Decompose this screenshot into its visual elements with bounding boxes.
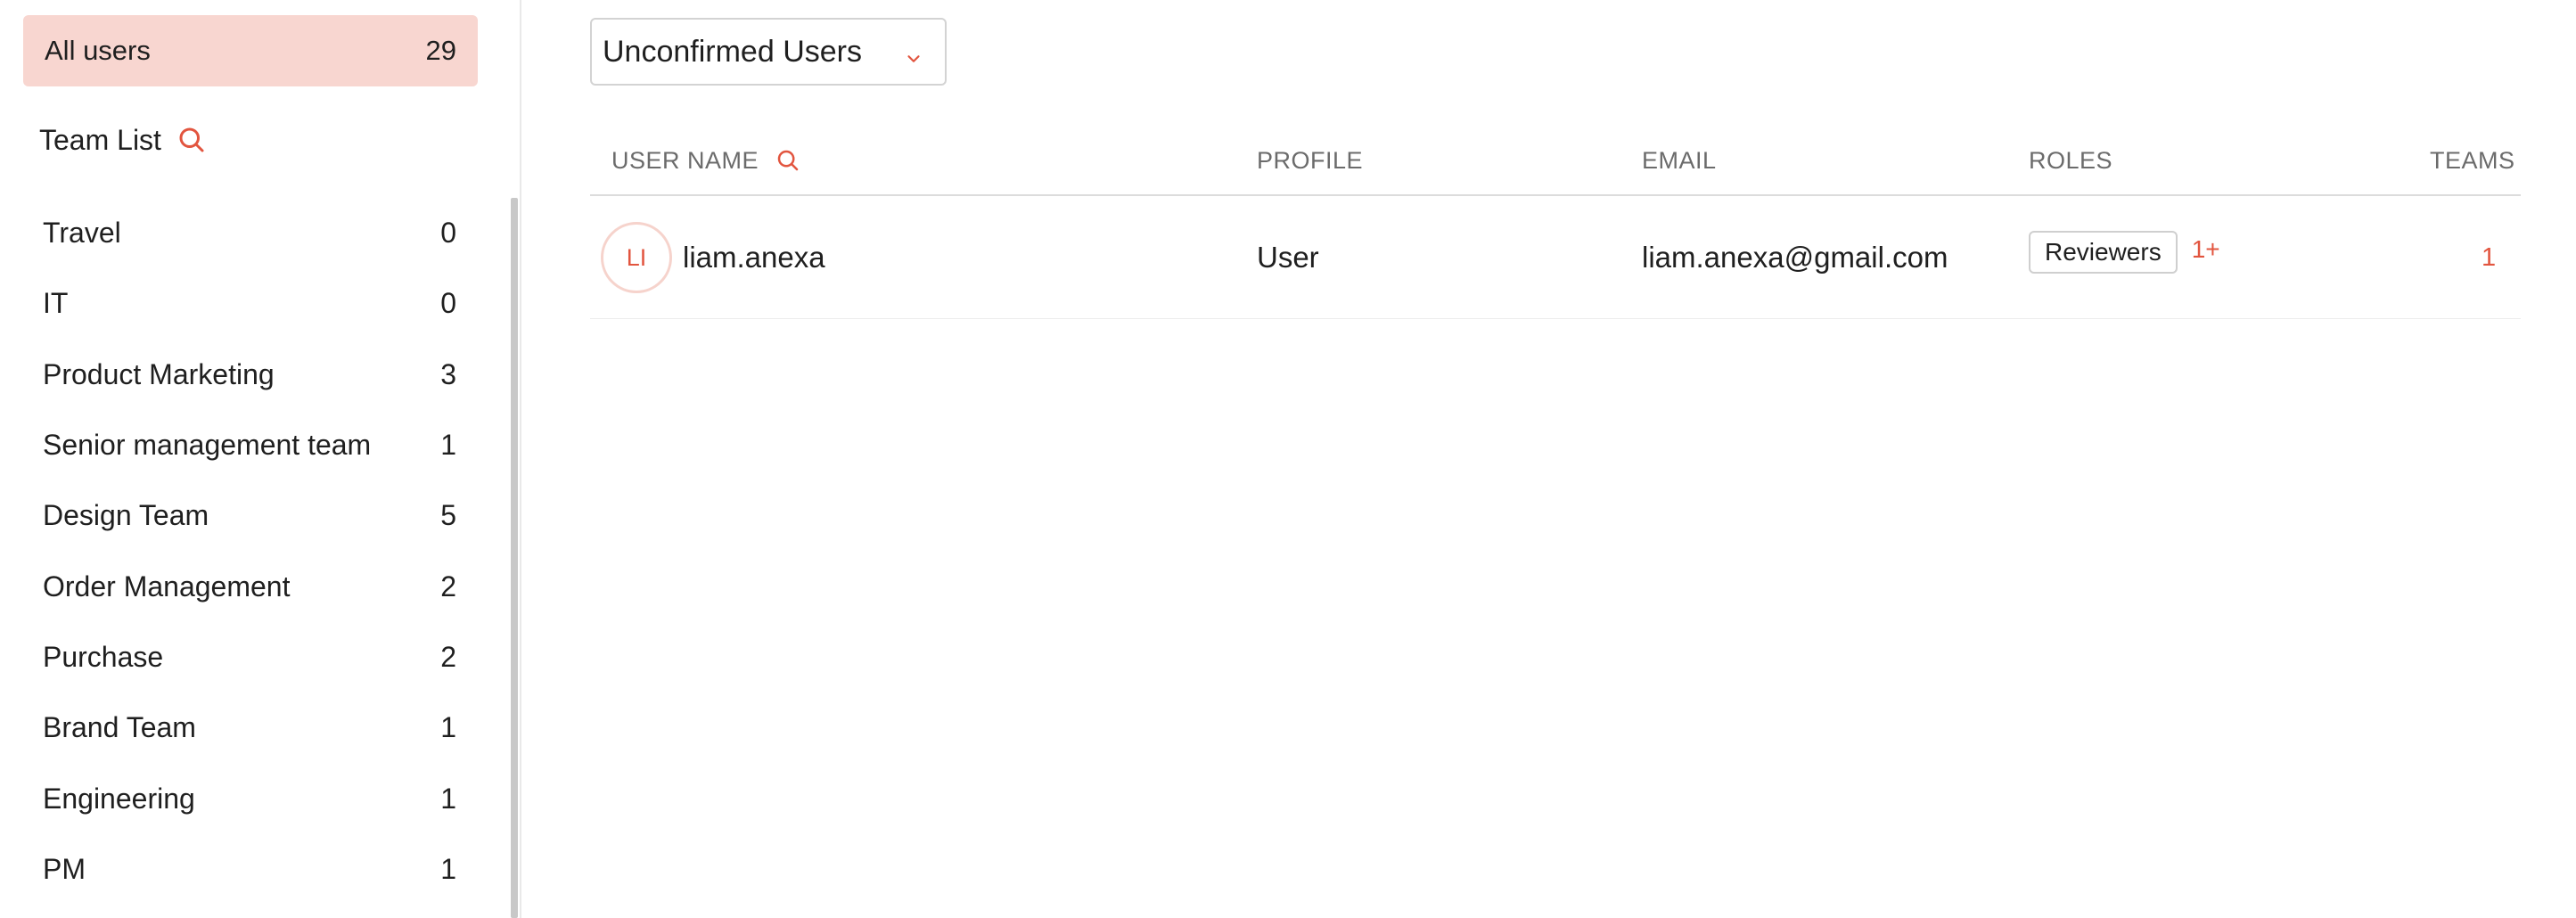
team-item[interactable]: Travel 0 <box>23 198 478 268</box>
search-icon[interactable] <box>775 147 801 174</box>
avatar-initials: LI <box>626 243 647 271</box>
column-header-roles: ROLES <box>2029 125 2112 196</box>
team-name: Brand Team <box>43 711 196 744</box>
team-count: 2 <box>440 570 456 602</box>
user-name[interactable]: liam.anexa <box>683 241 825 275</box>
table-row[interactable]: LI liam.anexa User liam.anexa@gmail.com … <box>590 196 2521 319</box>
team-list-scrollbar[interactable] <box>511 198 518 918</box>
team-item[interactable]: Senior management team 1 <box>23 410 478 480</box>
email-cell: liam.anexa@gmail.com <box>1642 196 1948 319</box>
column-header-user-name: USER NAME <box>611 125 801 196</box>
team-list: Travel 0 IT 0 Product Marketing 3 Senior… <box>23 198 478 905</box>
teams-count-link[interactable]: 1 <box>2482 243 2496 273</box>
header-teams-label: TEAMS <box>2430 146 2515 174</box>
column-header-profile: PROFILE <box>1257 125 1363 196</box>
team-list-title: Team List <box>39 123 161 156</box>
profile-value: User <box>1257 241 1319 274</box>
app: All users 29 Team List Travel 0 IT 0 Pro… <box>0 0 2576 918</box>
team-count: 0 <box>440 217 456 250</box>
team-count: 1 <box>440 782 456 815</box>
team-list-header: Team List <box>39 119 208 161</box>
team-name: Order Management <box>43 570 291 602</box>
main-content: Unconfirmed Users USER NAME PROFILE EMAI… <box>522 0 2576 918</box>
team-name: Travel <box>43 217 121 250</box>
team-count: 1 <box>440 711 456 744</box>
users-table: USER NAME PROFILE EMAIL ROLES TEAMS LI l… <box>590 125 2521 319</box>
header-profile-label: PROFILE <box>1257 146 1364 174</box>
team-item[interactable]: PM 1 <box>23 834 478 905</box>
teams-cell: 1 <box>2482 196 2496 319</box>
user-filter-value: Unconfirmed Users <box>603 34 862 69</box>
roles-cell: Reviewers 1+ <box>2029 191 2220 314</box>
sidebar: All users 29 Team List Travel 0 IT 0 Pro… <box>0 0 521 918</box>
table-header: USER NAME PROFILE EMAIL ROLES TEAMS <box>590 125 2521 196</box>
column-header-email: EMAIL <box>1642 125 1717 196</box>
team-name: IT <box>43 287 69 320</box>
team-count: 3 <box>440 357 456 390</box>
team-count: 0 <box>440 287 456 320</box>
team-name: PM <box>43 852 86 885</box>
all-users-label: All users <box>45 35 151 66</box>
email-value: liam.anexa@gmail.com <box>1642 241 1948 274</box>
role-tag[interactable]: Reviewers <box>2029 231 2178 274</box>
team-count: 1 <box>440 852 456 885</box>
team-name: Engineering <box>43 782 195 815</box>
team-name: Senior management team <box>43 429 372 462</box>
team-name: Purchase <box>43 640 164 673</box>
team-count: 2 <box>440 640 456 673</box>
team-item[interactable]: Brand Team 1 <box>23 693 478 763</box>
team-count: 1 <box>440 429 456 462</box>
user-name-cell: LI liam.anexa <box>601 196 825 319</box>
chevron-down-icon <box>904 42 923 62</box>
team-name: Product Marketing <box>43 357 275 390</box>
avatar: LI <box>601 222 672 293</box>
team-item[interactable]: Design Team 5 <box>23 480 478 551</box>
team-item[interactable]: Engineering 1 <box>23 763 478 833</box>
header-user-name-label: USER NAME <box>611 146 759 174</box>
header-roles-label: ROLES <box>2029 146 2113 174</box>
team-count: 5 <box>440 499 456 532</box>
team-item[interactable]: Order Management 2 <box>23 551 478 621</box>
role-more-link[interactable]: 1+ <box>2192 235 2220 264</box>
team-item[interactable]: Purchase 2 <box>23 622 478 693</box>
search-icon[interactable] <box>176 124 208 156</box>
team-item[interactable]: Product Marketing 3 <box>23 340 478 410</box>
header-email-label: EMAIL <box>1642 146 1717 174</box>
sidebar-item-all-users[interactable]: All users 29 <box>23 15 478 86</box>
all-users-count: 29 <box>425 35 456 66</box>
user-filter-dropdown[interactable]: Unconfirmed Users <box>590 18 947 86</box>
team-item[interactable]: IT 0 <box>23 268 478 339</box>
profile-cell: User <box>1257 196 1319 319</box>
column-header-teams: TEAMS <box>2430 125 2515 196</box>
team-name: Design Team <box>43 499 209 532</box>
